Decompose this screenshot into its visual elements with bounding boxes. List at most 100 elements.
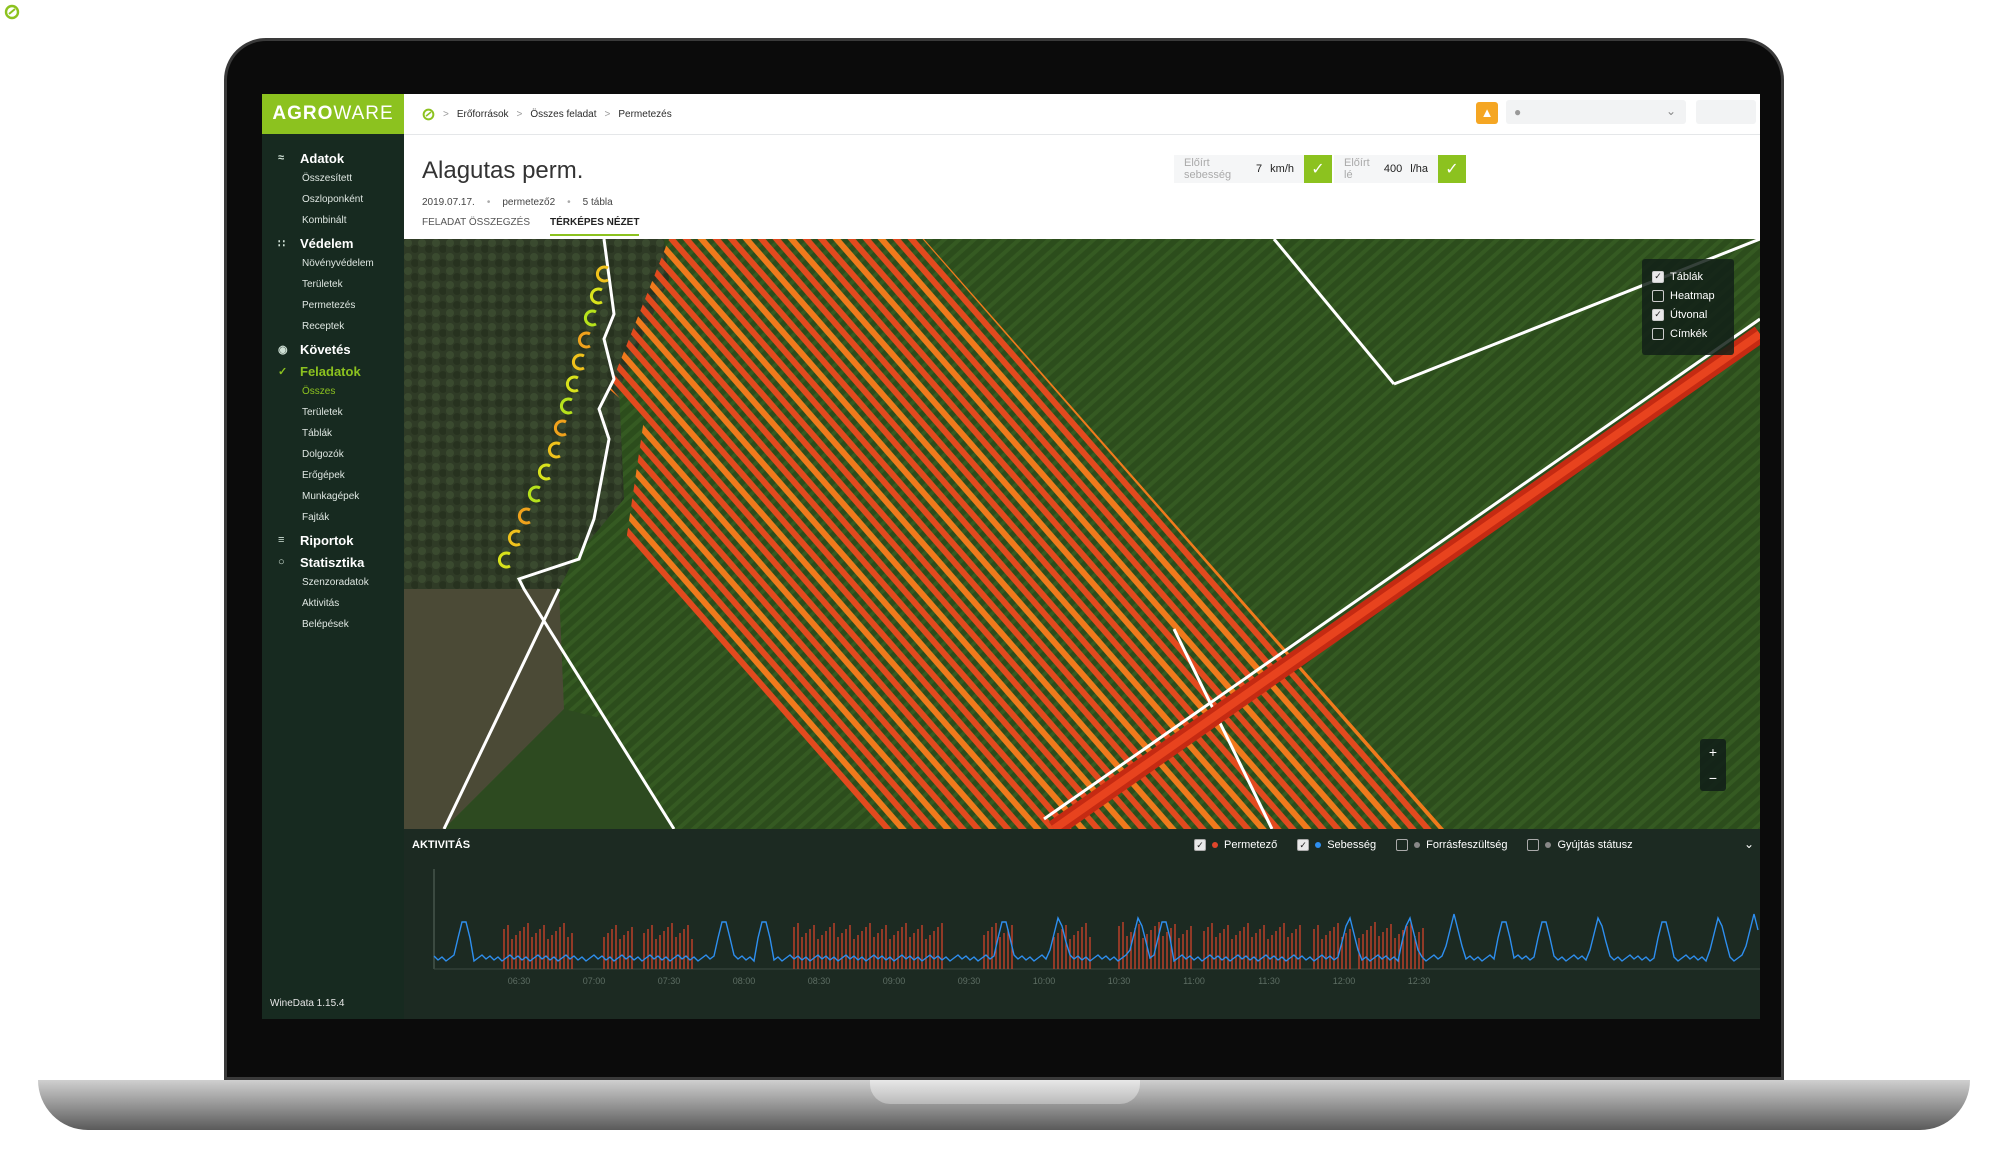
time-label: 07:30	[658, 976, 681, 986]
speed-param: Előírt sebesség 7 km/h ✓	[1174, 155, 1332, 183]
sidebar-item[interactable]: Belépések	[262, 614, 404, 635]
checkbox[interactable]	[1652, 327, 1664, 340]
layer-toggle[interactable]: ✓ Táblák	[1652, 267, 1724, 286]
separator-dot: •	[567, 197, 571, 208]
bell-icon[interactable]: ▲	[1476, 102, 1498, 124]
tab-map-view[interactable]: TÉRKÉPES NÉZET	[550, 217, 640, 236]
sidebar-section-label: Riportok	[300, 532, 354, 548]
task-tables: 5 tábla	[582, 197, 613, 208]
breadcrumb-item[interactable]: Erőforrások	[457, 109, 509, 120]
time-label: 08:30	[808, 976, 831, 986]
checkbox[interactable]: ✓	[1652, 308, 1664, 321]
app-version: WineData 1.15.4	[270, 998, 345, 1009]
speed-value[interactable]: 7	[1256, 163, 1262, 175]
sidebar-item[interactable]: Szenzoradatok	[262, 572, 404, 593]
list-icon: ≡	[278, 534, 285, 546]
sidebar-section-label: Adatok	[300, 150, 345, 166]
laptop-notch	[870, 1080, 1140, 1104]
sidebar-item[interactable]: Kombinált	[262, 210, 404, 231]
layer-panel: ✓ Táblák Heatmap ✓ Útvonal Címkék	[1642, 259, 1734, 355]
zoom-out-button[interactable]: −	[1700, 765, 1726, 791]
home-leaf-icon[interactable]	[422, 108, 435, 121]
top-bar: > Erőforrások > Összes feladat > Permete…	[404, 94, 1760, 135]
sidebar-item[interactable]: Erőgépek	[262, 465, 404, 486]
sidebar-item[interactable]: Területek	[262, 402, 404, 423]
sidebar-section[interactable]: ≈ Adatok	[262, 148, 404, 168]
app-screen: AGR O WARE ≈ Adatok Összesített Oszloponként K…	[262, 94, 1760, 1019]
sidebar-section[interactable]: ◉ Követés	[262, 339, 404, 359]
fluid-label: Előírt lé	[1344, 157, 1370, 181]
layer-label: Címkék	[1670, 327, 1708, 340]
breadcrumb-item[interactable]: Permetezés	[618, 109, 671, 120]
time-label: 09:00	[883, 976, 906, 986]
view-tabs: FELADAT ÖSSZEGZÉS TÉRKÉPES NÉZET	[422, 217, 640, 236]
sidebar-section[interactable]: ≡ Riportok	[262, 530, 404, 550]
user-menu-button[interactable]	[1696, 100, 1756, 124]
sidebar-item[interactable]: Dolgozók	[262, 444, 404, 465]
time-label: 12:30	[1408, 976, 1431, 986]
sidebar-item[interactable]: Növényvédelem	[262, 253, 404, 274]
chevron-right-icon: >	[443, 108, 449, 120]
layer-toggle[interactable]: ✓ Útvonal	[1652, 305, 1724, 324]
sidebar-item[interactable]: Aktivitás	[262, 593, 404, 614]
speed-label: Előírt sebesség	[1184, 157, 1232, 181]
layer-toggle[interactable]: Címkék	[1652, 324, 1724, 343]
sidebar-section[interactable]: ∷ Védelem	[262, 233, 404, 253]
language-select[interactable]: ● ⌄	[1506, 100, 1686, 124]
fluid-unit: l/ha	[1410, 163, 1428, 175]
sidebar-section[interactable]: ○ Statisztika	[262, 552, 404, 572]
sidebar: AGR O WARE ≈ Adatok Összesített Oszloponként K…	[262, 94, 404, 1019]
sidebar-section-label: Feladatok	[300, 363, 361, 379]
sidebar-nav: ≈ Adatok Összesített Oszloponként Kombinált ∷…	[262, 134, 404, 635]
time-label: 06:30	[508, 976, 531, 986]
confirm-speed-button[interactable]: ✓	[1304, 155, 1332, 183]
map-view[interactable]: ✓ Táblák Heatmap ✓ Útvonal Címkék + −	[404, 239, 1760, 829]
breadcrumb-item[interactable]: Összes feladat	[530, 109, 596, 120]
sidebar-section-label: Követés	[300, 341, 351, 357]
time-label: 11:30	[1258, 976, 1280, 986]
activity-panel: AKTIVITÁS ✓ Permetező ✓ Sebesség Forrásfeszü…	[404, 829, 1760, 1019]
layer-toggle[interactable]: Heatmap	[1652, 286, 1724, 305]
sidebar-item[interactable]: Receptek	[262, 316, 404, 337]
tab-summary[interactable]: FELADAT ÖSSZEGZÉS	[422, 217, 530, 236]
signal-icon: ◉	[278, 343, 288, 356]
speed-unit: km/h	[1270, 163, 1294, 175]
checkbox[interactable]: ✓	[1652, 270, 1664, 283]
fluid-value[interactable]: 400	[1384, 163, 1402, 175]
sidebar-section[interactable]: ✓ Feladatok	[262, 361, 404, 381]
sidebar-item[interactable]: Összes	[262, 381, 404, 402]
chevron-right-icon: >	[604, 108, 611, 120]
layer-label: Táblák	[1670, 270, 1704, 283]
sidebar-item[interactable]: Munkagépek	[262, 486, 404, 507]
map-canvas[interactable]	[404, 239, 1760, 829]
confirm-fluid-button[interactable]: ✓	[1438, 155, 1466, 183]
circle-icon: ○	[278, 556, 285, 568]
task-meta: 2019.07.17. • permetező2 • 5 tábla	[422, 197, 613, 208]
check-icon: ✓	[278, 365, 288, 378]
separator-dot: •	[486, 197, 491, 208]
sidebar-item[interactable]: Összesített	[262, 168, 404, 189]
activity-chart[interactable]: 06:30 07:00 07:30 08:00 08:30 09:00 09:30 10:00…	[404, 829, 1760, 1019]
sidebar-section-label: Statisztika	[300, 554, 365, 570]
time-axis: 06:30 07:00 07:30 08:00 08:30 09:00 09:30 10:00…	[508, 976, 1431, 986]
checkbox[interactable]	[1652, 289, 1664, 302]
time-label: 09:30	[958, 976, 981, 986]
globe-icon: ●	[1514, 105, 1522, 119]
time-label: 07:00	[583, 976, 606, 986]
sidebar-item[interactable]: Területek	[262, 274, 404, 295]
sidebar-section-label: Védelem	[300, 235, 354, 251]
chevron-down-icon: ⌄	[1665, 104, 1676, 118]
sidebar-item[interactable]: Permetezés	[262, 295, 404, 316]
check-icon: ✓	[1445, 161, 1459, 178]
chart-line-icon: ≈	[278, 152, 285, 164]
sidebar-item[interactable]: Táblák	[262, 423, 404, 444]
fluid-box: Előírt lé 400 l/ha	[1334, 155, 1438, 183]
zoom-in-button[interactable]: +	[1700, 739, 1726, 765]
sidebar-item[interactable]: Oszloponként	[262, 189, 404, 210]
zoom-control: + −	[1700, 739, 1726, 791]
brand-logo[interactable]: AGR O WARE	[262, 94, 404, 134]
agroware-leaf-icon	[4, 4, 20, 20]
sidebar-item[interactable]: Fajták	[262, 507, 404, 528]
task-machine: permetező2	[502, 197, 556, 208]
speed-box: Előírt sebesség 7 km/h	[1174, 155, 1304, 183]
